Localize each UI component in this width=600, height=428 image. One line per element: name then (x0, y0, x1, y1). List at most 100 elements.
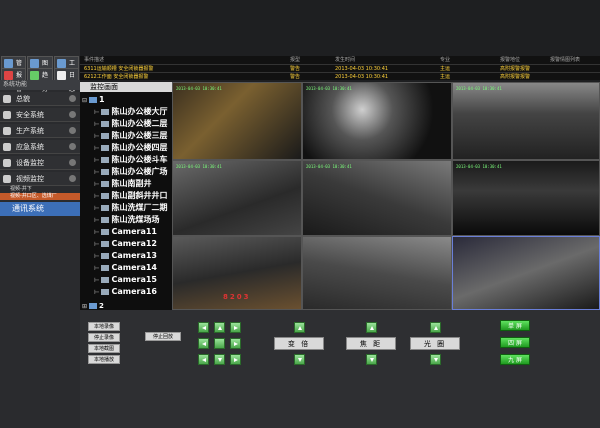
tree-camera-node[interactable]: ⊢ 陈山办公楼广场 (94, 166, 167, 178)
camera-icon (101, 168, 110, 175)
video-timestamp: 2013-04-03 10:30:41 (306, 86, 352, 91)
left-sidebar: 管理 图表 工具 报警 趋势 日志 系统功能 总貌 安全系统 生产系统 应急系统… (0, 0, 80, 428)
chevron-icon (69, 95, 76, 102)
layout-nine-button[interactable]: 九 屏 (500, 354, 530, 365)
tree-camera-node[interactable]: ⊢ Camera11 (94, 226, 157, 238)
ptz-right-button[interactable] (230, 338, 241, 349)
sidebar-subitem-underground[interactable]: 视频-井下 (0, 186, 80, 193)
folder-icon (89, 303, 98, 309)
sidebar-item-video[interactable]: 视频监控 (0, 172, 80, 186)
focus-near-button[interactable] (366, 322, 377, 333)
camera-icon (101, 132, 110, 139)
arrow-up-left-icon (202, 326, 206, 330)
camera-icon (101, 228, 110, 235)
video-feed[interactable]: 2013-04-03 10:30:41 (172, 82, 302, 160)
tree-camera-node[interactable]: ⊢ 陈山办公楼三层 (94, 130, 167, 142)
local-playback-button[interactable]: 本地播放 (88, 355, 120, 364)
chevron-icon (69, 175, 76, 182)
ptz-left-button[interactable] (198, 338, 209, 349)
layout-quad-button[interactable]: 四 屏 (500, 337, 530, 348)
tree-camera-node[interactable]: ⊢ Camera14 (94, 262, 157, 274)
arrow-down-icon (218, 358, 222, 362)
tree-camera-node[interactable]: ⊢ 陈山办公楼斗车 (94, 154, 167, 166)
tree-camera-node[interactable]: ⊢ 陈山南副井 (94, 178, 151, 190)
video-feed[interactable]: 8203 (172, 236, 302, 310)
arrow-up-icon (298, 326, 302, 330)
camera-icon (101, 216, 110, 223)
device-icon (3, 159, 11, 167)
sidebar-item-production[interactable]: 生产系统 (0, 124, 80, 138)
arrow-up-right-icon (234, 326, 238, 330)
sidebar-item-communication[interactable]: 通讯系统 (0, 202, 80, 216)
sidebar-header: 系统功能 (0, 80, 80, 90)
tree-camera-node[interactable]: ⊢ Camera15 (94, 274, 157, 286)
alarm-history-link[interactable]: 报警情图列表 (550, 56, 580, 64)
video-feed[interactable] (452, 236, 600, 310)
chevron-icon (69, 159, 76, 166)
sidebar-item-safety[interactable]: 安全系统 (0, 108, 80, 122)
focus-far-button[interactable] (366, 354, 377, 365)
video-feed[interactable]: 2013-04-03 10:30:41 (302, 160, 452, 236)
camera-icon (101, 252, 110, 259)
zoom-in-button[interactable] (294, 322, 305, 333)
tree-root-1[interactable]: ⊟ 1 (82, 94, 105, 106)
camera-icon (101, 264, 110, 271)
ptz-up-left-button[interactable] (198, 322, 209, 333)
tree-camera-node[interactable]: ⊢ 陈山洗煤场场 (94, 214, 159, 226)
iris-label: 光 圈 (410, 337, 460, 350)
table-row[interactable]: 6212工作面 安全闭锁器报警 警告 2013-04-03 10:30:41 主… (80, 72, 600, 81)
ptz-down-button[interactable] (214, 354, 225, 365)
video-feed[interactable]: 2013-04-03 10:30:41 (302, 82, 452, 160)
stop-record-button[interactable]: 停止录像 (88, 333, 120, 342)
log-icon (57, 71, 66, 80)
video-feed[interactable]: 2013-04-03 10:30:41 (172, 160, 302, 236)
tree-camera-node[interactable]: ⊢ 陈山办公楼大厅 (94, 106, 167, 118)
ptz-down-left-button[interactable] (198, 354, 209, 365)
ptz-down-right-button[interactable] (230, 354, 241, 365)
camera-icon (101, 120, 110, 127)
stop-playback-button[interactable]: 停止回放 (145, 332, 181, 341)
local-screenshot-button[interactable]: 本地截图 (88, 344, 120, 353)
sidebar-item-emergency[interactable]: 应急系统 (0, 140, 80, 154)
video-feed[interactable]: 2013-04-03 10:30:41 (452, 160, 600, 236)
arrow-up-icon (370, 326, 374, 330)
tree-header: 监控画面 (80, 82, 172, 92)
iris-close-button[interactable] (430, 354, 441, 365)
production-icon (3, 127, 11, 135)
camera-icon (101, 288, 110, 295)
focus-label: 焦 距 (346, 337, 396, 350)
video-feed[interactable]: 2013-04-03 10:30:41 (452, 82, 600, 160)
sidebar-item-device[interactable]: 设备监控 (0, 156, 80, 170)
ptz-up-button[interactable] (214, 322, 225, 333)
chevron-icon (69, 143, 76, 150)
video-timestamp: 2013-04-03 10:30:41 (306, 164, 352, 169)
arrow-left-icon (202, 342, 206, 346)
alarm-table: 事件描述 报型 发生时间 专业 报警地位 报警情图列表 6311运输顺槽 安全闭… (80, 56, 600, 80)
tree-camera-node[interactable]: ⊢ Camera16 (94, 286, 157, 298)
sidebar-subitem-wellhead[interactable]: 视频-井口区、选煤厂 (0, 193, 80, 200)
arrow-down-icon (434, 358, 438, 362)
camera-icon (101, 108, 110, 115)
tree-camera-node[interactable]: ⊢ 陈山副斜井井口 (94, 190, 167, 202)
local-record-button[interactable]: 本地录像 (88, 322, 120, 331)
video-timestamp: 2013-04-03 10:30:41 (456, 164, 502, 169)
iris-open-button[interactable] (430, 322, 441, 333)
alarm-table-header: 事件描述 报型 发生时间 专业 报警地位 报警情图列表 (84, 56, 581, 64)
tree-camera-node[interactable]: ⊢ Camera13 (94, 250, 157, 262)
tree-camera-node[interactable]: ⊢ 陈山洗煤厂二期 (94, 202, 167, 214)
layout-single-button[interactable]: 单 屏 (500, 320, 530, 331)
overview-icon (3, 95, 11, 103)
tree-camera-node[interactable]: ⊢ 陈山办公楼二层 (94, 118, 167, 130)
zoom-out-button[interactable] (294, 354, 305, 365)
emergency-icon (3, 143, 11, 151)
ptz-center-button[interactable] (214, 338, 225, 349)
video-feed[interactable] (302, 236, 452, 310)
chevron-icon (69, 111, 76, 118)
tools-icon (57, 59, 66, 68)
video-timestamp: 2013-04-03 10:30:41 (456, 86, 502, 91)
sidebar-item-overview[interactable]: 总貌 (0, 92, 80, 106)
ptz-up-right-button[interactable] (230, 322, 241, 333)
tree-camera-node[interactable]: ⊢ Camera12 (94, 238, 157, 250)
camera-icon (101, 204, 110, 211)
tree-camera-node[interactable]: ⊢ 陈山办公楼四层 (94, 142, 167, 154)
